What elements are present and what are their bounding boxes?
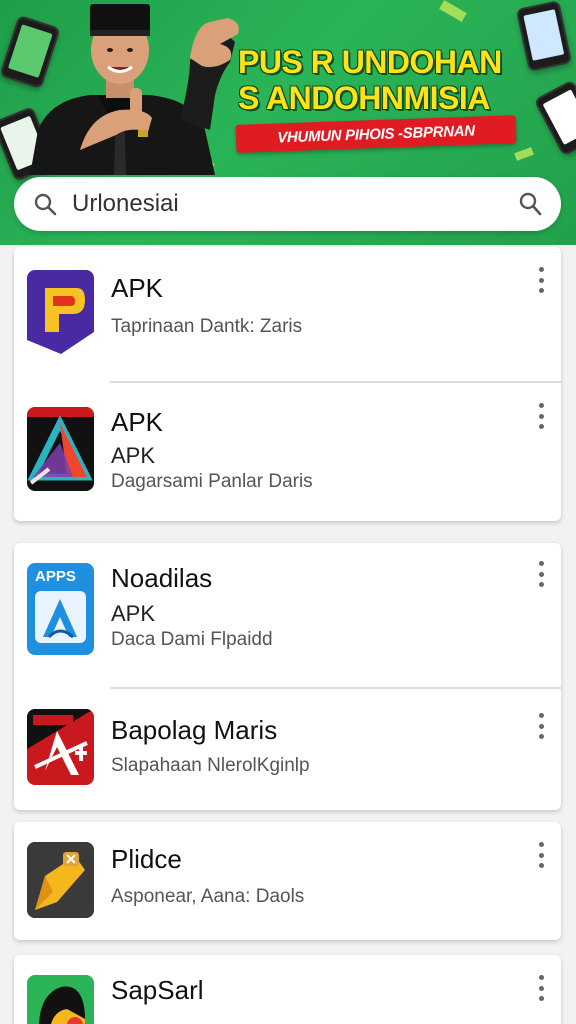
app-list-item[interactable]: APPS Noadilas APK Daca Dami Flpaidd <box>14 543 561 689</box>
more-options-icon[interactable] <box>535 267 547 293</box>
app-title: Plidce <box>111 844 182 874</box>
search-bar[interactable]: Urlonesiai <box>14 177 561 231</box>
app-title: SapSarl <box>111 975 204 1005</box>
more-options-icon[interactable] <box>535 842 547 868</box>
red-triangle-logo-icon <box>27 407 94 491</box>
app-list-item[interactable]: APK Taprinaan Dantk: Zaris <box>14 247 561 383</box>
app-list-item[interactable]: APK APK Dagarsami Panlar Daris <box>14 383 561 521</box>
app-subtitle: APK <box>111 443 156 468</box>
user-search-icon[interactable] <box>517 191 543 217</box>
app-meta: Daca Dami Flpaidd <box>111 629 273 650</box>
app-meta: Slapahaan NlerolKginlp <box>111 755 310 776</box>
apps-logo-text: APPS <box>35 568 76 585</box>
app-list-item[interactable]: Bapolag Maris Slapahaan NlerolKginlp <box>14 689 561 810</box>
more-options-icon[interactable] <box>535 975 547 1001</box>
search-icon[interactable] <box>32 191 58 217</box>
banner-headline-line1: PUS R UNDOHAN <box>238 44 502 80</box>
confetti-decoration <box>439 0 467 22</box>
red-a-logo-icon <box>27 709 94 785</box>
apps-blue-logo-icon: APPS <box>27 563 94 655</box>
app-card: APK Taprinaan Dantk: Zaris APK APK Dagar… <box>14 247 561 521</box>
app-list-item[interactable]: SapSarl <box>14 955 561 1024</box>
app-list-item[interactable]: Plidce Asponear, Aana: Daols <box>14 822 561 940</box>
app-meta: Dagarsami Panlar Daris <box>111 471 313 492</box>
more-options-icon[interactable] <box>535 561 547 587</box>
more-options-icon[interactable] <box>535 403 547 429</box>
more-options-icon[interactable] <box>535 713 547 739</box>
app-title: APK <box>111 407 164 437</box>
app-screen: PUS R UNDOHAN S ANDOHNMISIA VHUMUN PIHOI… <box>0 0 576 1024</box>
search-input[interactable]: Urlonesiai <box>72 190 517 218</box>
app-card: SapSarl <box>14 955 561 1024</box>
app-card: APPS Noadilas APK Daca Dami Flpaidd Bapo… <box>14 543 561 810</box>
confetti-decoration <box>514 147 534 161</box>
app-title: APK <box>111 273 164 303</box>
spokesperson-illustration <box>30 4 239 175</box>
banner-headline: PUS R UNDOHAN S ANDOHNMISIA <box>238 46 568 114</box>
banner-ribbon: VHUMUN PIHOIS -SBPRNAN <box>235 115 517 153</box>
app-card: Plidce Asponear, Aana: Daols <box>14 822 561 940</box>
app-subtitle: APK <box>111 601 156 626</box>
purple-play-logo-icon <box>27 270 94 354</box>
app-meta: Taprinaan Dantk: Zaris <box>111 316 303 337</box>
banner-headline-line2: S ANDOHNMISIA <box>238 80 490 116</box>
app-meta: Asponear, Aana: Daols <box>111 886 305 907</box>
app-title: Bapolag Maris <box>111 715 278 745</box>
yellow-pencil-logo-icon <box>27 842 94 918</box>
app-title: Noadilas <box>111 563 213 593</box>
green-blob-logo-icon <box>27 975 94 1024</box>
